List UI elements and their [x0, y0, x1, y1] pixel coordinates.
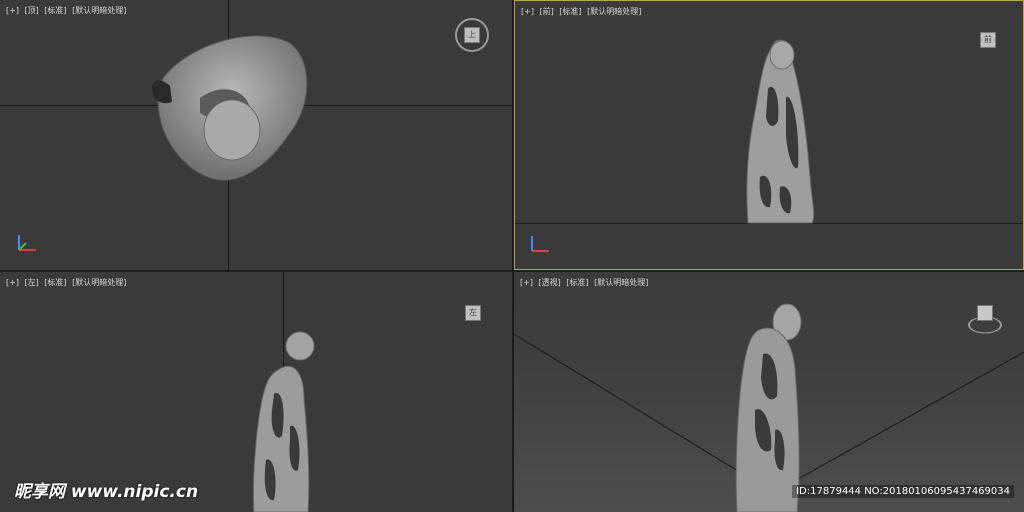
- sculpture-top-view[interactable]: [140, 28, 320, 188]
- viewport-layout: [+] [顶] [标准] [默认明暗处理] 上 [+] [前] [标准] [默认…: [0, 0, 1024, 512]
- viewport-view-name[interactable]: [左]: [25, 278, 39, 287]
- viewport-lighting-mode[interactable]: [默认明暗处理]: [587, 7, 641, 16]
- viewcube-face[interactable]: [977, 305, 993, 321]
- viewport-view-name[interactable]: [顶]: [25, 6, 39, 15]
- axis-tripod-icon: [18, 235, 36, 251]
- axis-tripod-icon: [531, 236, 549, 252]
- viewport-shading-mode[interactable]: [标准]: [44, 6, 66, 15]
- sculpture-left-view[interactable]: [248, 330, 328, 512]
- viewport-top[interactable]: [+] [顶] [标准] [默认明暗处理] 上: [0, 0, 512, 270]
- viewcube-top[interactable]: 上: [455, 18, 489, 52]
- viewport-lighting-mode[interactable]: [默认明暗处理]: [72, 6, 126, 15]
- viewport-menu-plus[interactable]: [+]: [6, 6, 19, 15]
- viewport-top-label[interactable]: [+] [顶] [标准] [默认明暗处理]: [6, 5, 129, 16]
- viewcube-face[interactable]: 前: [980, 32, 996, 48]
- viewcube-left[interactable]: 左: [456, 296, 490, 330]
- watermark-logo: 昵享网 www.nipic.cn: [14, 482, 199, 502]
- viewport-view-name[interactable]: [前]: [540, 7, 554, 16]
- viewcube-face[interactable]: 左: [465, 305, 481, 321]
- viewport-left-label[interactable]: [+] [左] [标准] [默认明暗处理]: [6, 277, 129, 288]
- watermark-id: ID:17879444 NO:20180106095437469034: [792, 485, 1014, 498]
- viewcube-perspective[interactable]: [968, 296, 1002, 334]
- viewport-shading-mode[interactable]: [标准]: [44, 278, 66, 287]
- viewport-menu-plus[interactable]: [+]: [6, 278, 19, 287]
- viewcube-front[interactable]: 前: [971, 23, 1005, 57]
- sculpture-front-view[interactable]: [740, 37, 820, 227]
- viewport-front-label[interactable]: [+] [前] [标准] [默认明暗处理]: [521, 6, 644, 17]
- viewport-perspective[interactable]: [+] [透视] [标准] [默认明暗处理]: [514, 272, 1024, 512]
- viewcube-face[interactable]: 上: [464, 27, 480, 43]
- viewport-left[interactable]: [+] [左] [标准] [默认明暗处理] 左: [0, 272, 512, 512]
- sculpture-perspective-view[interactable]: [729, 300, 809, 512]
- viewport-lighting-mode[interactable]: [默认明暗处理]: [72, 278, 126, 287]
- viewport-shading-mode[interactable]: [标准]: [559, 7, 581, 16]
- viewport-menu-plus[interactable]: [+]: [521, 7, 534, 16]
- viewport-front[interactable]: [+] [前] [标准] [默认明暗处理] 前: [514, 0, 1024, 270]
